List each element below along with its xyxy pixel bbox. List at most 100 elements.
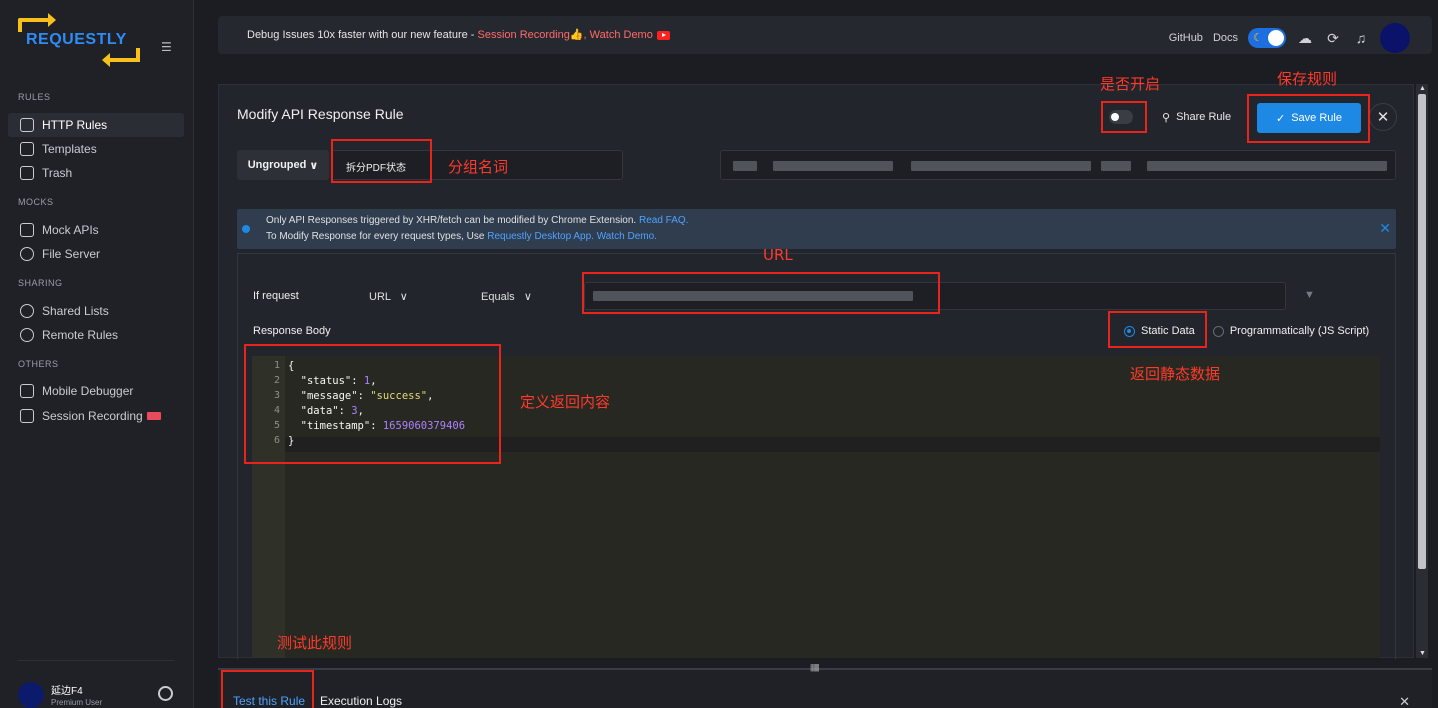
section-title-mocks: MOCKS [18, 197, 54, 207]
toggle-knob [1268, 30, 1284, 46]
sidebar-item-label: Trash [42, 166, 73, 180]
share-rule-button[interactable]: ⚲ Share Rule [1162, 105, 1231, 129]
sidebar-item-remote-rules[interactable]: Remote Rules [8, 323, 184, 347]
sidebar-item-shared-lists[interactable]: Shared Lists [8, 299, 184, 323]
banner-feature-link[interactable]: Session Recording [478, 29, 570, 41]
sidebar-item-trash[interactable]: Trash [8, 161, 184, 185]
docs-link[interactable]: Docs [1213, 32, 1238, 44]
sidebar-item-label: File Server [42, 247, 101, 261]
top-right-actions: GitHub Docs ☾ ☁ ⟳ ♫ [1169, 23, 1410, 53]
mock-apis-icon [20, 223, 34, 237]
sidebar: REQUESTLY ☰ RULES HTTP Rules Templates T… [0, 0, 194, 708]
sync-icon[interactable]: ⟳ [1324, 29, 1342, 47]
scroll-thumb[interactable] [1418, 94, 1426, 569]
sidebar-item-file-server[interactable]: File Server [8, 242, 184, 266]
operator-label: Equals [481, 291, 515, 303]
scroll-down-icon[interactable]: ▼ [1419, 650, 1426, 657]
user-name: 延边F4 [51, 686, 83, 697]
source-key-dropdown[interactable]: URL ∨ [369, 290, 408, 303]
annotation-box-url [582, 272, 940, 314]
main-scrollbar[interactable]: ▲ ▼ [1416, 84, 1428, 658]
annotation-label-group: 分组名词 [448, 158, 509, 176]
close-icon[interactable]: ✕ [1369, 103, 1397, 131]
info-icon [242, 225, 250, 233]
moon-icon: ☾ [1253, 32, 1263, 44]
annotation-box-static [1108, 311, 1207, 348]
rule-description-input[interactable] [720, 150, 1396, 180]
section-title-rules: RULES [18, 92, 51, 102]
collapse-sidebar-icon[interactable]: ☰ [161, 40, 172, 54]
close-icon[interactable]: ✕ [1399, 694, 1410, 708]
sidebar-item-mobile-debugger[interactable]: Mobile Debugger [8, 379, 184, 403]
logo-text: REQUESTLY [26, 31, 127, 48]
section-title-sharing: SHARING [18, 278, 63, 288]
blurred-text [733, 161, 757, 171]
sidebar-item-templates[interactable]: Templates [8, 137, 184, 161]
if-request-label: If request [253, 290, 299, 302]
section-title-others: OTHERS [18, 359, 59, 369]
sidebar-item-http-rules[interactable]: HTTP Rules [8, 113, 184, 137]
annotation-box-content [244, 344, 501, 464]
top-banner: Debug Issues 10x faster with our new fea… [218, 16, 1432, 54]
annotation-label-content: 定义返回内容 [520, 393, 611, 411]
response-body-label: Response Body [253, 325, 331, 337]
annotation-label-enable: 是否开启 [1100, 75, 1161, 93]
logo-bracket-bottom [102, 48, 140, 67]
github-link[interactable]: GitHub [1169, 32, 1203, 44]
blurred-text [773, 161, 893, 171]
info-text: Only API Responses triggered by XHR/fetc… [266, 215, 639, 226]
read-faq-link[interactable]: Read FAQ. [639, 215, 688, 226]
banner-prefix: Debug Issues 10x faster with our new fea… [247, 29, 478, 41]
filter-icon[interactable]: ▼ [1304, 289, 1315, 301]
chevron-down-icon: ∨ [393, 291, 408, 303]
mobile-icon [20, 384, 34, 398]
sidebar-item-label: Mock APIs [42, 223, 99, 237]
remote-rules-icon [20, 328, 34, 342]
watch-demo-link[interactable]: Watch Demo. [597, 231, 657, 242]
blurred-text [1147, 161, 1387, 171]
gear-icon[interactable] [158, 686, 173, 701]
annotation-box-group [331, 139, 432, 183]
requestly-logo[interactable]: REQUESTLY [18, 13, 140, 67]
programmatic-radio[interactable] [1212, 325, 1224, 337]
source-key-label: URL [369, 291, 391, 303]
banner-watch-demo-link[interactable]: Watch Demo [590, 29, 653, 41]
desktop-app-link[interactable]: Requestly Desktop App. [487, 231, 594, 242]
templates-icon [20, 142, 34, 156]
new-badge-icon [146, 412, 161, 420]
avatar[interactable] [1380, 23, 1410, 53]
drag-handle[interactable]: |||||||| [810, 663, 820, 672]
close-icon[interactable]: ✕ [1379, 220, 1391, 237]
sidebar-item-label: Session Recording [42, 409, 143, 423]
chevron-down-icon: ∨ [517, 291, 532, 303]
group-label: Ungrouped [247, 159, 307, 171]
scroll-up-icon[interactable]: ▲ [1419, 85, 1426, 92]
chevron-down-icon: ∨ [309, 159, 319, 172]
user-role: Premium User [51, 698, 103, 707]
blurred-text [911, 161, 1091, 171]
annotation-box-save [1247, 94, 1370, 143]
sidebar-item-label: Remote Rules [42, 328, 119, 342]
banner-text: Debug Issues 10x faster with our new fea… [247, 28, 670, 41]
annotation-label-save: 保存规则 [1277, 70, 1338, 88]
sidebar-item-session-recording[interactable]: Session Recording [8, 404, 184, 428]
group-dropdown[interactable]: Ungrouped ∨ [237, 150, 329, 180]
youtube-icon[interactable] [656, 30, 670, 40]
theme-toggle[interactable]: ☾ [1248, 28, 1286, 48]
tab-execution-logs[interactable]: Execution Logs [320, 694, 402, 708]
bottom-panel: |||||||| Test this Rule Execution Logs ✕ [218, 663, 1432, 708]
annotation-box-test [221, 670, 314, 708]
sidebar-item-label: Mobile Debugger [42, 384, 134, 398]
bell-icon[interactable]: ♫ [1352, 29, 1370, 47]
programmatic-label[interactable]: Programmatically (JS Script) [1230, 325, 1369, 337]
user-area[interactable]: 延边F4 Premium User [18, 682, 178, 708]
app-root: REQUESTLY ☰ RULES HTTP Rules Templates T… [0, 0, 1438, 708]
sidebar-item-mock-apis[interactable]: Mock APIs [8, 218, 184, 242]
page-title: Modify API Response Rule [237, 106, 404, 122]
operator-dropdown[interactable]: Equals ∨ [481, 290, 532, 303]
avatar[interactable] [18, 682, 44, 708]
cloud-icon[interactable]: ☁ [1296, 29, 1314, 47]
share-icon: ⚲ [1162, 111, 1171, 124]
info-alert: Only API Responses triggered by XHR/fetc… [237, 209, 1396, 249]
sidebar-item-label: Shared Lists [42, 304, 109, 318]
